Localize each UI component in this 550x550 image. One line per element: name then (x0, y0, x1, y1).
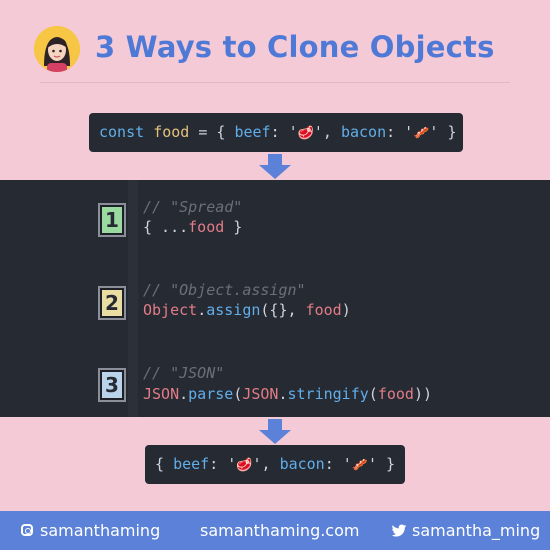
gutter (128, 180, 138, 417)
property-key: bacon (279, 455, 325, 473)
method-name: assign (206, 301, 261, 319)
property-key: beef (173, 455, 210, 473)
instagram-handle-link[interactable]: samanthaming (40, 511, 160, 550)
code-text: ', (313, 123, 341, 141)
code-text: . (179, 385, 189, 403)
comment-object-assign: // "Object.assign" (143, 280, 306, 300)
variable-name: food (188, 218, 225, 236)
code-text: = { (189, 123, 235, 141)
code-text: ) (341, 301, 351, 319)
code-text: . (278, 385, 288, 403)
code-text: . (197, 301, 207, 319)
keyword: const (99, 123, 145, 141)
code-comment: // "Spread" (143, 198, 243, 216)
page-title: 3 Ways to Clone Objects (95, 30, 495, 64)
arrow-down-icon (259, 154, 291, 180)
code-text: : ' (209, 455, 237, 473)
arrow-down-icon (259, 419, 291, 445)
code-text: ( (368, 385, 378, 403)
code-text: ' } (429, 123, 457, 141)
code-text: ', (252, 455, 280, 473)
variable-name: food (305, 301, 342, 319)
bacon-emoji: 🥓 (351, 458, 368, 473)
code-text: : ' (324, 455, 352, 473)
divider (40, 82, 510, 83)
footer-bar: samanthaming samanthaming.com samantha_m… (0, 511, 550, 550)
number-badge-1: 1 (98, 203, 126, 237)
comment-json: // "JSON" (143, 363, 224, 383)
property-key: bacon (340, 123, 387, 141)
twitter-icon (391, 524, 407, 537)
code-text: ( (233, 385, 243, 403)
code-json: JSON.parse(JSON.stringify(food)) (143, 384, 432, 404)
comment-spread: // "Spread" (143, 197, 242, 217)
twitter-handle-link[interactable]: samantha_ming (412, 511, 540, 550)
result-code-box: { beef: '🥩', bacon: '🥓' } (145, 445, 405, 484)
steak-emoji: 🥩 (297, 126, 314, 141)
code-comment: // "Object.assign" (143, 281, 306, 299)
variable-name: food (153, 123, 190, 141)
object-name: JSON (242, 385, 279, 403)
steak-emoji: 🥩 (236, 458, 253, 473)
code-comment: // "JSON" (143, 364, 225, 382)
bacon-emoji: 🥓 (413, 126, 430, 141)
number-badge-2: 2 (98, 286, 126, 320)
code-text: } (224, 218, 243, 236)
variable-name: food (377, 385, 414, 403)
object-name: Object (143, 301, 198, 319)
object-name: JSON (143, 385, 180, 403)
avatar (34, 26, 80, 72)
property-key: beef (234, 123, 271, 141)
code-text: ' } (368, 455, 396, 473)
instagram-icon (21, 524, 33, 536)
header: 3 Ways to Clone Objects (0, 0, 550, 83)
code-text: { (155, 455, 174, 473)
code-text: ({}, (260, 301, 306, 319)
number-badge-3: 3 (98, 368, 126, 402)
code-text: { ... (143, 218, 189, 236)
website-link[interactable]: samanthaming.com (200, 511, 359, 550)
method-name: parse (188, 385, 234, 403)
source-code-box: const food = { beef: '🥩', bacon: '🥓' } (89, 113, 463, 152)
avatar-icon (34, 26, 80, 72)
code-spread: { ...food } (143, 217, 242, 237)
code-text: : ' (270, 123, 298, 141)
code-text: )) (413, 385, 432, 403)
method-name: stringify (287, 385, 369, 403)
code-text: : ' (386, 123, 414, 141)
code-object-assign: Object.assign({}, food) (143, 300, 351, 320)
